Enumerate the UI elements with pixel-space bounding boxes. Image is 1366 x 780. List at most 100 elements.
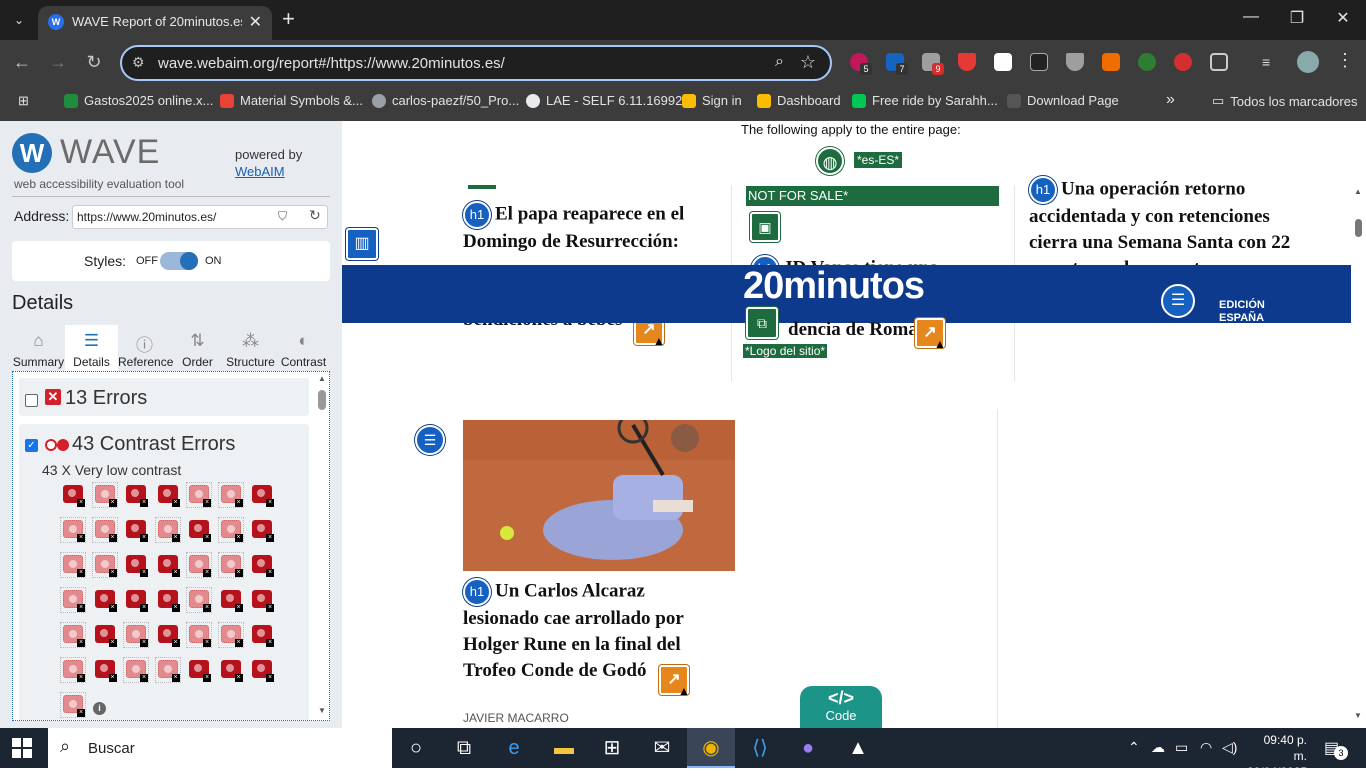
contrast-error-item-icon[interactable]: ×: [124, 518, 148, 542]
link-warning-icon[interactable]: ↗ ▲: [915, 318, 946, 350]
github-desktop-icon[interactable]: ●: [784, 728, 832, 768]
shield-icon[interactable]: ⛉: [278, 209, 287, 224]
link-warning-icon[interactable]: ↗ ▲: [659, 665, 690, 697]
chrome-icon[interactable]: ◉: [687, 728, 735, 768]
contrast-error-item-icon[interactable]: ×: [250, 623, 274, 647]
details-panel[interactable]: ✕ 13 Errors ✓ 43 Contrast Errors 43 X Ve…: [12, 371, 330, 721]
file-explorer-icon[interactable]: ▬: [540, 728, 588, 768]
cortana-icon[interactable]: ○: [392, 728, 440, 768]
wave-logo-icon[interactable]: W: [12, 133, 52, 173]
contrast-error-item-icon[interactable]: ×: [217, 552, 244, 578]
volume-icon[interactable]: ◁): [1222, 739, 1237, 756]
battery-icon[interactable]: ▭: [1175, 739, 1188, 756]
panel-scrollbar[interactable]: ▲ ▼: [315, 372, 329, 720]
scroll-up-icon[interactable]: ▲: [318, 374, 326, 383]
scroll-down-icon[interactable]: ▼: [318, 706, 326, 715]
bookmark-item[interactable]: LAE - SELF 6.11.16992: [526, 93, 682, 108]
mail-icon[interactable]: ✉: [638, 728, 686, 768]
linked-image-icon[interactable]: ⧉: [746, 307, 778, 339]
restore-icon[interactable]: ❐: [1282, 8, 1312, 28]
styles-toggle-switch[interactable]: [160, 252, 198, 270]
all-bookmarks-folder[interactable]: ▭ Todos los marcadores: [1212, 93, 1357, 109]
edge-icon[interactable]: e: [490, 728, 538, 768]
contrast-error-item-icon[interactable]: ×: [217, 482, 244, 508]
image-alt-icon[interactable]: ▣: [750, 212, 780, 242]
eyedropper-icon[interactable]: [1030, 53, 1048, 71]
scroll-up-icon[interactable]: ▲: [1354, 187, 1362, 196]
contrast-error-item-icon[interactable]: ×: [156, 623, 180, 647]
contrast-error-item-icon[interactable]: ×: [219, 588, 243, 612]
contrast-error-item-icon[interactable]: ×: [91, 552, 118, 578]
contrast-error-item-icon[interactable]: ×: [60, 517, 86, 543]
contrast-error-item-icon[interactable]: ×: [60, 552, 86, 578]
contrast-error-item-icon[interactable]: ×: [156, 553, 180, 577]
landmark-icon[interactable]: ▥: [346, 228, 378, 260]
tab-search-button[interactable]: ⌄: [6, 8, 32, 32]
shield-extension-icon[interactable]: [958, 53, 976, 71]
extension-icon[interactable]: 9: [922, 53, 944, 75]
extension-icon[interactable]: [994, 53, 1012, 71]
contrast-error-item-icon[interactable]: ×: [250, 658, 274, 682]
contrast-error-item-icon[interactable]: ×: [250, 518, 274, 542]
store-icon[interactable]: ⊞: [588, 728, 636, 768]
refresh-icon[interactable]: ↻: [309, 207, 321, 224]
contrast-error-item-icon[interactable]: ×: [154, 517, 181, 543]
start-button-icon[interactable]: [12, 738, 32, 758]
tab-structure[interactable]: ⁂ Structure: [224, 325, 277, 371]
scroll-thumb[interactable]: [318, 390, 326, 410]
contrast-error-item-icon[interactable]: ×: [154, 657, 181, 683]
contrast-error-item-icon[interactable]: ×: [186, 482, 212, 508]
bookmark-item[interactable]: Dashboard: [757, 93, 841, 108]
contrast-error-item-icon[interactable]: ×: [156, 483, 180, 507]
contrast-error-item-icon[interactable]: ×: [187, 518, 211, 542]
task-view-icon[interactable]: ⧉: [440, 728, 488, 768]
contrast-error-item-icon[interactable]: ×: [93, 588, 117, 612]
bookmark-item[interactable]: Gastos2025 online.x...: [64, 93, 213, 108]
headline-left[interactable]: h1 El papa reaparece en el Domingo de Res…: [463, 201, 725, 255]
contrast-error-item-icon[interactable]: ×: [124, 553, 148, 577]
contrast-error-item-icon[interactable]: ×: [60, 587, 86, 613]
photos-icon[interactable]: ▲: [834, 728, 882, 768]
address-input[interactable]: https://www.20minutos.es/: [72, 205, 328, 229]
contrast-checkbox[interactable]: ✓: [25, 439, 38, 452]
errors-checkbox[interactable]: [25, 394, 38, 407]
tab-order[interactable]: ⇅ Order: [171, 325, 224, 371]
tab-reference[interactable]: ⓘ Reference: [118, 325, 173, 371]
bookmark-item[interactable]: Free ride by Sarahh...: [852, 93, 998, 108]
contrast-error-item-icon[interactable]: ×: [124, 588, 148, 612]
contrast-error-item-icon[interactable]: ×: [124, 483, 148, 507]
browser-tab[interactable]: W WAVE Report of 20minutos.es | ✕: [38, 6, 272, 40]
edition-label[interactable]: EDICIÓN ESPAÑA: [1219, 299, 1279, 325]
contrast-error-item-icon[interactable]: ×: [217, 517, 244, 543]
menu-list-icon[interactable]: ☰: [1161, 284, 1195, 318]
taskbar-search[interactable]: ⌕ Buscar: [48, 728, 392, 768]
bookmark-item[interactable]: carlos-paezf/50_Pro...: [372, 93, 519, 108]
tab-contrast[interactable]: ◐ Contrast: [277, 325, 330, 371]
new-tab-button[interactable]: +: [282, 6, 295, 32]
tab-details[interactable]: ☰ Details: [65, 325, 118, 371]
tray-chevron-icon[interactable]: ⌃: [1128, 739, 1140, 756]
contrast-error-item-icon[interactable]: ×: [250, 483, 274, 507]
wifi-icon[interactable]: ◠: [1200, 739, 1212, 756]
reload-icon[interactable]: ↻: [82, 52, 106, 73]
check-extension-icon[interactable]: [1138, 53, 1156, 71]
contrast-error-item-icon[interactable]: ×: [60, 692, 86, 718]
media-control-icon[interactable]: ≡: [1262, 53, 1280, 71]
shield-extension-icon[interactable]: [1066, 53, 1084, 71]
h1-icon[interactable]: h1: [463, 578, 491, 606]
contrast-error-item-icon[interactable]: ×: [91, 482, 118, 508]
contrast-error-item-icon[interactable]: ×: [93, 623, 117, 647]
contrast-error-item-icon[interactable]: ×: [123, 622, 149, 648]
contrast-error-item-icon[interactable]: ×: [91, 517, 118, 543]
code-button[interactable]: </> Code: [800, 686, 882, 728]
extension-icon[interactable]: [1102, 53, 1120, 71]
site-logo[interactable]: 20minutos: [743, 265, 925, 308]
minimize-icon[interactable]: —: [1236, 8, 1266, 26]
contrast-error-item-icon[interactable]: ×: [186, 587, 212, 613]
close-window-icon[interactable]: ✕: [1328, 8, 1358, 28]
extension-icon[interactable]: [1174, 53, 1192, 71]
contrast-error-item-icon[interactable]: ×: [219, 658, 243, 682]
contrast-error-item-icon[interactable]: ×: [60, 622, 86, 648]
onedrive-icon[interactable]: ☁: [1151, 739, 1165, 756]
info-icon[interactable]: i: [93, 702, 106, 715]
